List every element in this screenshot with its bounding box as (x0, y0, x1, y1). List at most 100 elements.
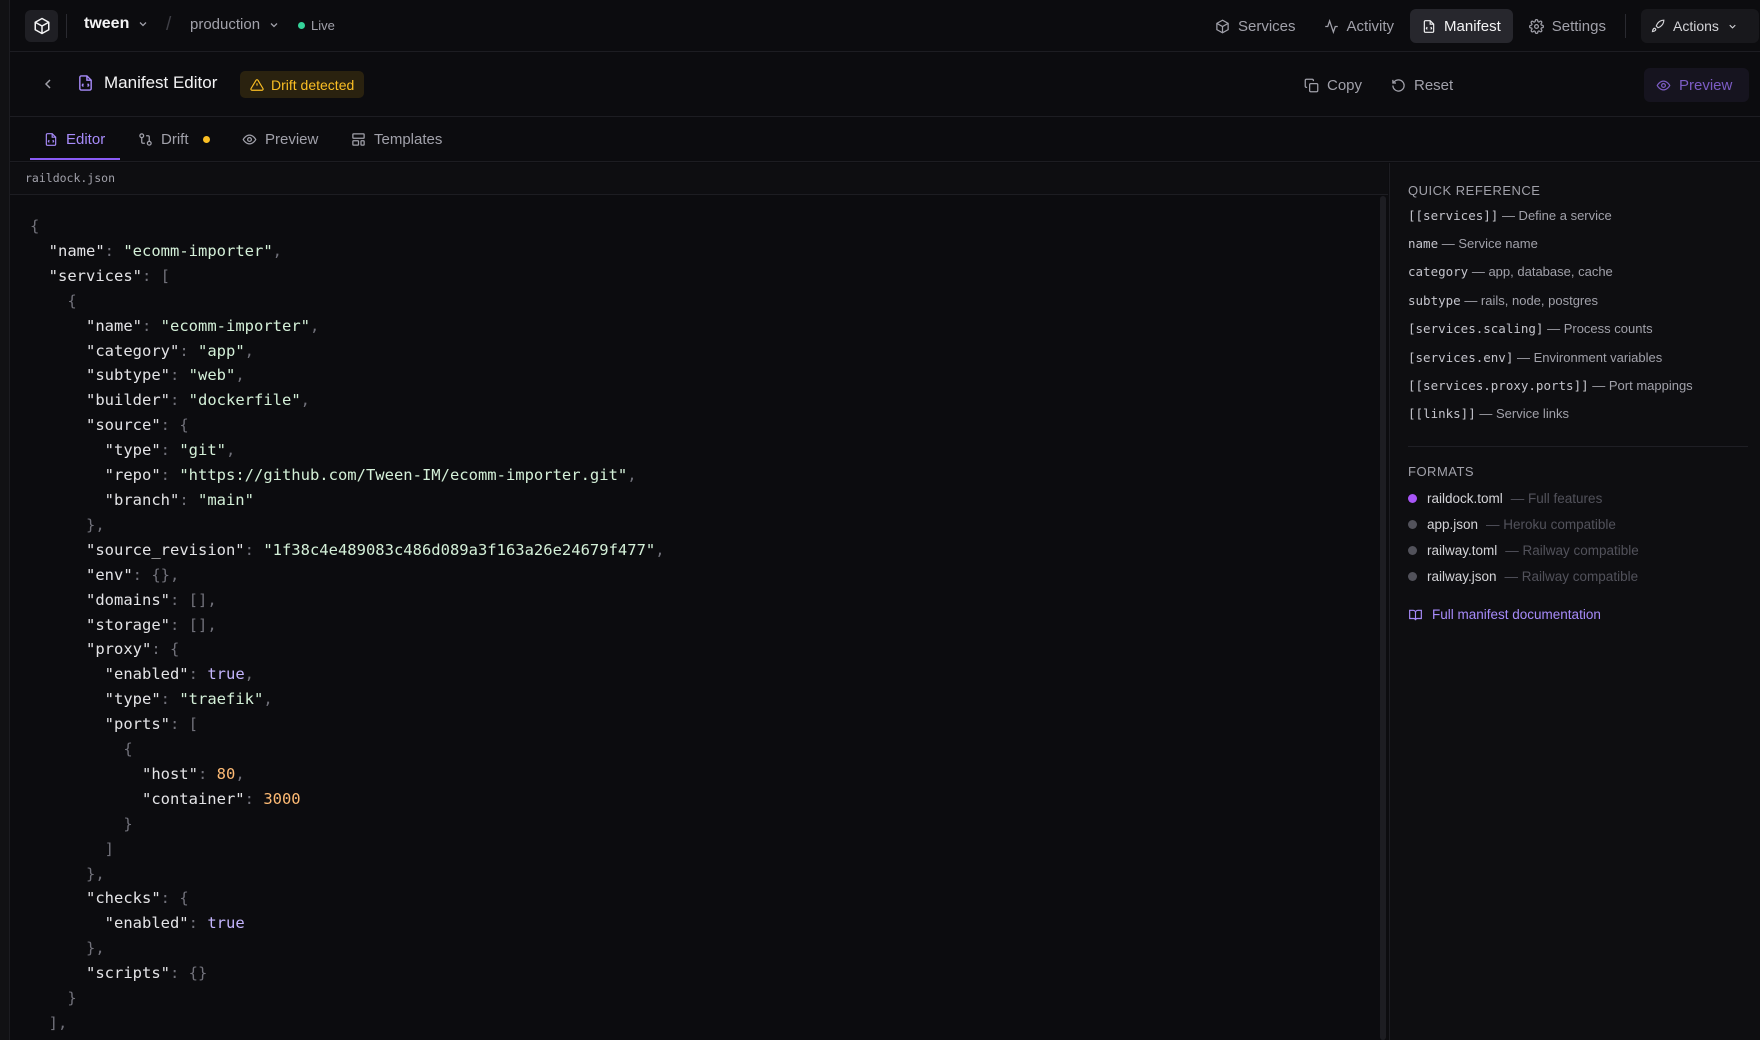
book-open-icon (1409, 609, 1422, 620)
format-item-raildock-toml[interactable]: raildock.toml — Full features (1408, 491, 1602, 506)
editor-header: Manifest Editor Drift detected Copy Rese… (10, 53, 1760, 117)
docs-link[interactable]: Full manifest documentation (1408, 607, 1601, 622)
warning-triangle-icon (250, 78, 264, 91)
actions-menu-button[interactable]: Actions (1641, 9, 1759, 43)
formats-title: FORMATS (1408, 464, 1475, 479)
copy-icon (1304, 78, 1319, 92)
format-name: railway.json (1427, 569, 1497, 584)
reference-desc: — rails, node, postgres (1464, 293, 1598, 308)
format-active-dot (1408, 494, 1417, 503)
nav-link-label: Services (1238, 17, 1296, 35)
file-icon (1423, 19, 1435, 33)
panel-divider (1408, 446, 1748, 447)
code-content[interactable]: { "name": "ecomm-importer", "services": … (30, 214, 665, 1036)
reference-item: subtype — rails, node, postgres (1408, 293, 1598, 308)
tab-label: Preview (265, 131, 319, 148)
tab-drift[interactable]: Drift (138, 118, 210, 161)
format-item-railway-json[interactable]: railway.json — Railway compatible (1408, 569, 1638, 584)
project-name: tween (84, 15, 130, 32)
reference-item: [[services]] — Define a service (1408, 208, 1612, 223)
git-compare-icon (139, 133, 152, 146)
app-logo[interactable] (25, 10, 58, 42)
rocket-icon (1651, 19, 1665, 33)
reference-desc: — Service links (1479, 406, 1569, 421)
rotate-ccw-icon (1392, 78, 1405, 92)
nav-divider (66, 14, 67, 38)
box-icon (1216, 19, 1229, 33)
chevron-left-icon (44, 79, 51, 89)
layout-template-icon (352, 133, 365, 146)
tab-label: Drift (161, 131, 189, 148)
format-dot (1408, 520, 1417, 529)
preview-button[interactable]: Preview (1644, 68, 1749, 102)
reference-item: [services.scaling] — Process counts (1408, 321, 1653, 336)
top-nav: tween / production Live Services Activit… (10, 0, 1760, 52)
reference-code: [services.env] (1408, 350, 1514, 365)
reset-button[interactable]: Reset (1379, 68, 1465, 102)
file-name-bar: raildock.json (10, 163, 1388, 195)
nav-links: Services Activity Manifest Settings (1203, 9, 1618, 43)
live-dot-icon (298, 22, 305, 29)
reference-code: category (1408, 264, 1469, 279)
chevron-down-icon (1729, 24, 1736, 29)
reference-desc: — Environment variables (1516, 350, 1663, 365)
nav-link-label: Manifest (1444, 17, 1501, 35)
reference-code: subtype (1408, 293, 1461, 308)
tab-label: Editor (66, 131, 106, 148)
back-button[interactable] (40, 76, 56, 96)
reference-code: name (1408, 236, 1439, 251)
nav-link-activity[interactable]: Activity (1312, 9, 1407, 43)
reference-item: [[links]] — Service links (1408, 406, 1569, 421)
format-desc: — Heroku compatible (1486, 517, 1616, 532)
reference-item: category — app, database, cache (1408, 264, 1613, 279)
reference-item: name — Service name (1408, 236, 1538, 251)
editor-title: Manifest Editor (77, 73, 217, 93)
format-name: railway.toml (1427, 543, 1498, 558)
project-switcher[interactable]: tween (84, 15, 149, 33)
nav-link-manifest[interactable]: Manifest (1410, 9, 1513, 43)
drift-badge-label: Drift detected (271, 76, 355, 93)
format-item-app-json[interactable]: app.json — Heroku compatible (1408, 517, 1616, 532)
reference-desc: — Process counts (1547, 321, 1653, 336)
tab-editor[interactable]: Editor (44, 118, 105, 161)
eye-icon (242, 134, 257, 145)
format-desc: — Railway compatible (1504, 569, 1639, 584)
editor-scrollbar[interactable] (1380, 196, 1386, 1040)
copy-button[interactable]: Copy (1292, 68, 1374, 102)
reference-desc: — Service name (1441, 236, 1538, 251)
format-dot (1408, 546, 1417, 555)
cube-logo-icon (34, 17, 49, 35)
format-item-railway-toml[interactable]: railway.toml — Railway compatible (1408, 543, 1639, 558)
format-desc: — Full features (1510, 491, 1603, 506)
file-code-icon (45, 133, 57, 146)
preview-label: Preview (1679, 76, 1733, 94)
copy-label: Copy (1327, 76, 1363, 94)
nav-link-services[interactable]: Services (1203, 9, 1308, 43)
drift-indicator-dot (202, 136, 210, 143)
chevron-down-icon (139, 22, 147, 27)
reference-panel: QUICK REFERENCE [[services]] — Define a … (1389, 163, 1760, 1040)
reference-code: [[services]] (1408, 208, 1499, 223)
live-status: Live (298, 18, 335, 33)
format-desc: — Railway compatible (1505, 543, 1639, 558)
format-name: raildock.toml (1427, 491, 1503, 506)
environment-switcher[interactable]: production (190, 16, 280, 33)
nav-link-label: Settings (1551, 17, 1606, 35)
page-title: Manifest Editor (104, 73, 218, 92)
docs-link-label: Full manifest documentation (1432, 607, 1601, 622)
reference-desc: — Port mappings (1592, 378, 1693, 393)
reference-desc: — Define a service (1501, 208, 1612, 223)
chevron-down-icon (270, 22, 278, 27)
tab-templates[interactable]: Templates (351, 118, 442, 161)
reference-item: [services.env] — Environment variables (1408, 350, 1662, 365)
activity-icon (1324, 18, 1338, 34)
nav-divider (1625, 14, 1626, 38)
nav-link-settings[interactable]: Settings (1517, 9, 1618, 43)
reference-desc: — app, database, cache (1471, 264, 1613, 279)
code-editor[interactable]: { "name": "ecomm-importer", "services": … (10, 196, 1388, 1040)
file-code-icon (79, 75, 92, 91)
actions-label: Actions (1673, 18, 1719, 34)
editor-tabs: Editor Drift Preview Templates (10, 118, 1760, 162)
drift-badge: Drift detected (240, 71, 365, 98)
tab-preview[interactable]: Preview (242, 118, 318, 161)
